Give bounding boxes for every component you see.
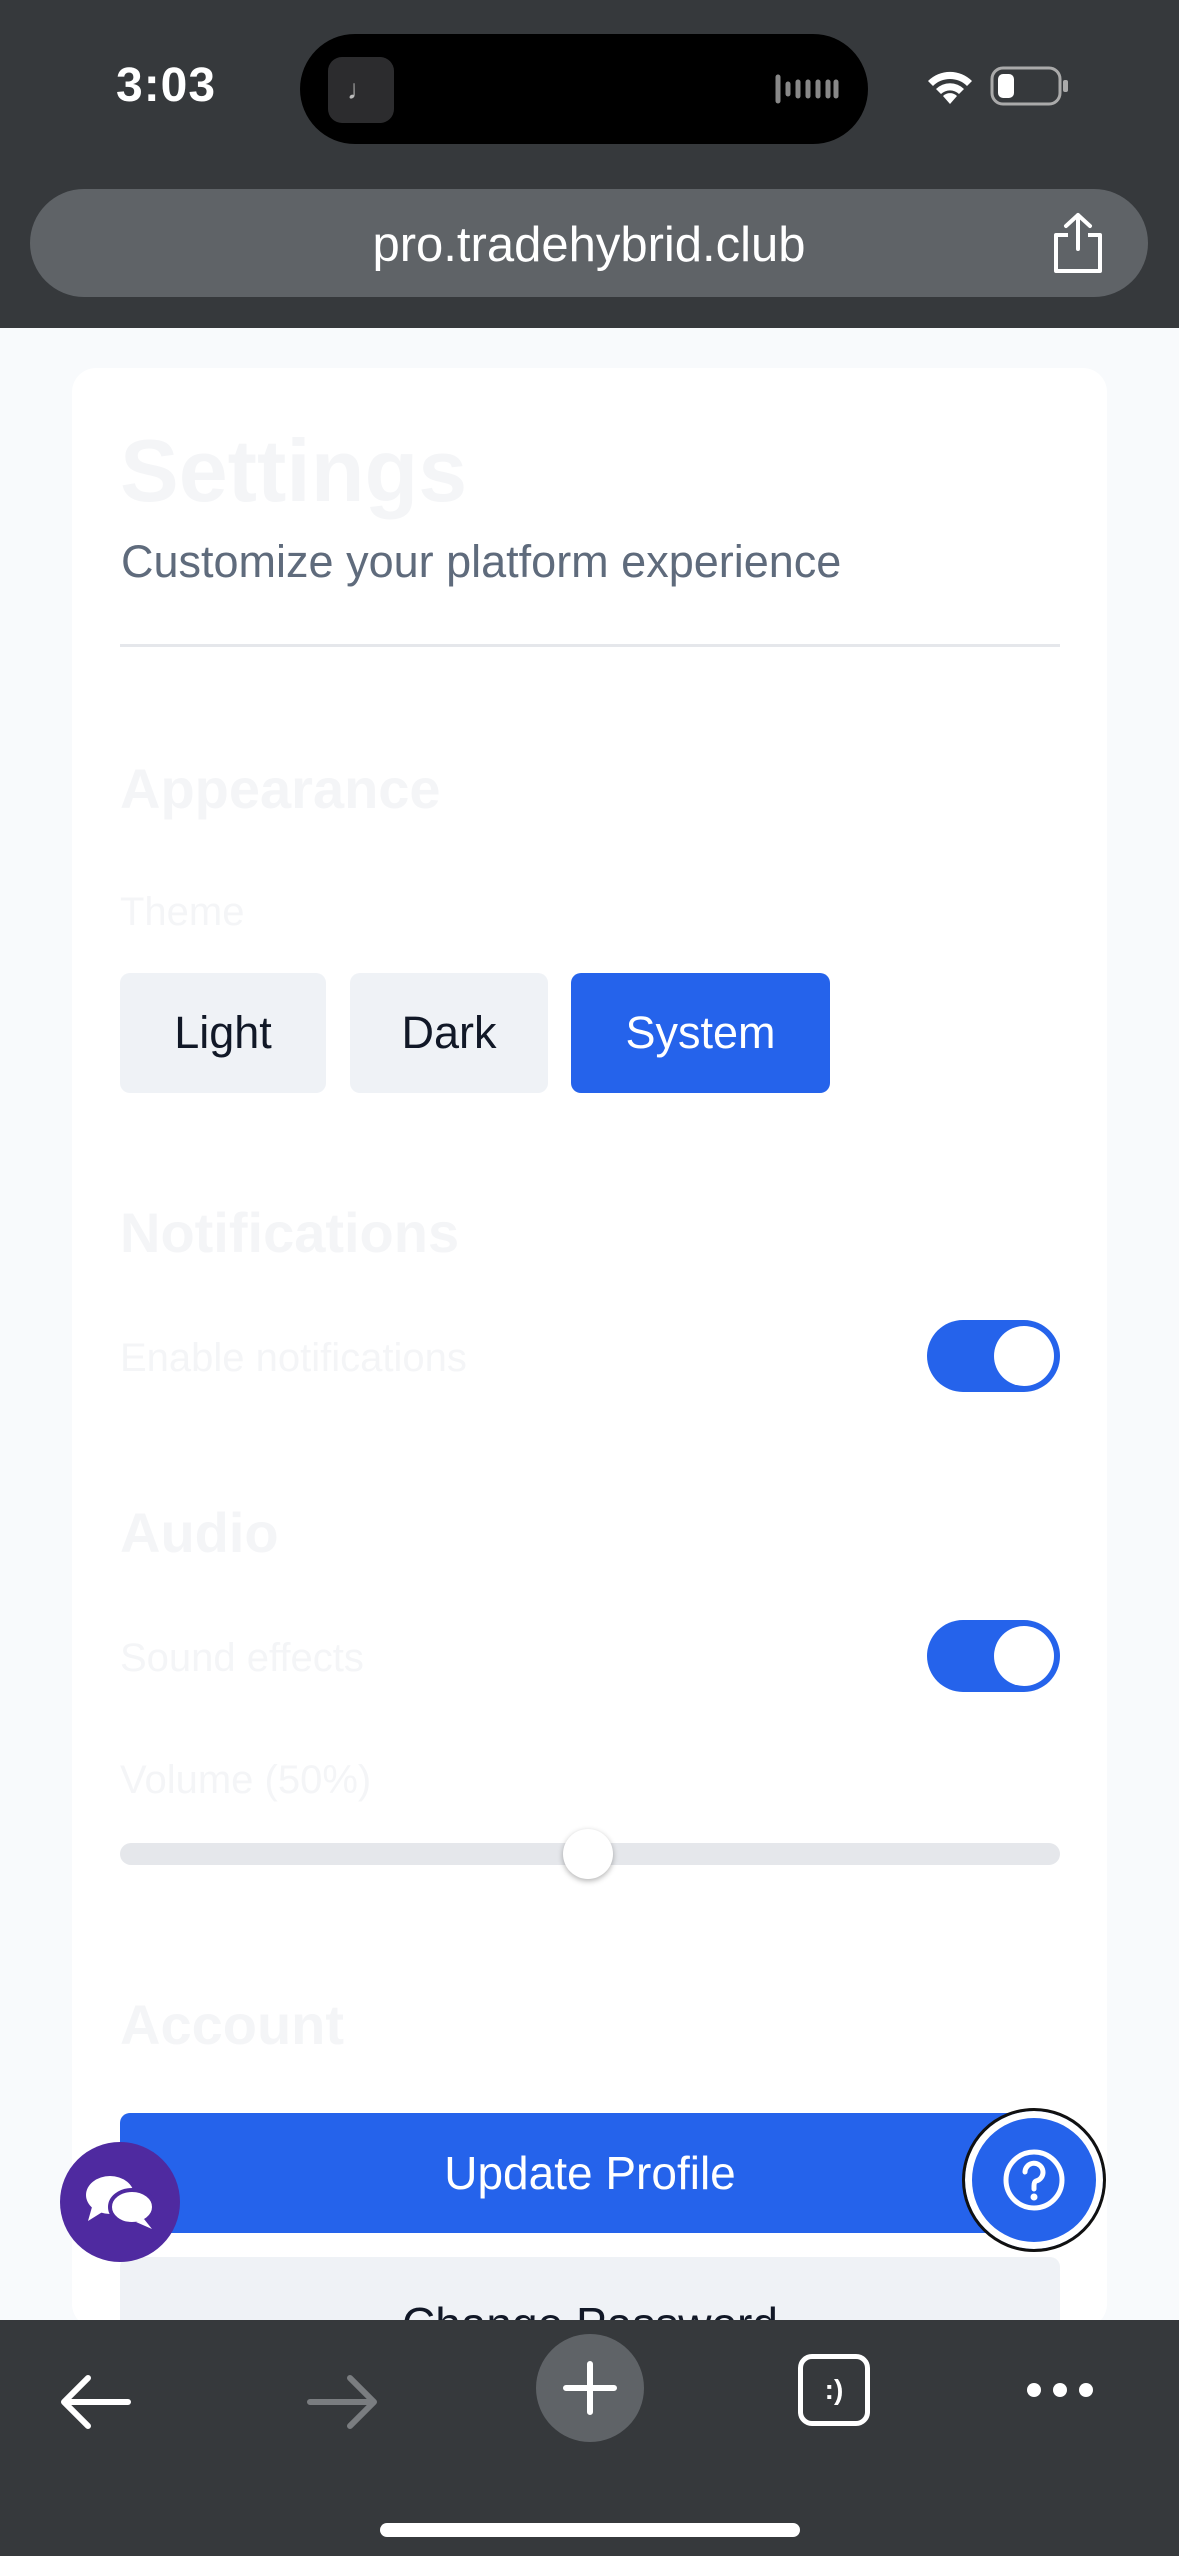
volume-label: Volume (50%) — [120, 1758, 372, 1802]
sound-effects-label: Sound effects — [120, 1636, 364, 1680]
help-fab[interactable] — [962, 2108, 1106, 2252]
url-text: pro.tradehybrid.club — [372, 218, 806, 272]
share-icon[interactable] — [1050, 211, 1106, 275]
forward-arrow-icon[interactable] — [306, 2372, 380, 2432]
audio-wave-icon — [775, 74, 839, 104]
back-arrow-icon[interactable] — [58, 2372, 132, 2432]
notifications-toggle[interactable] — [927, 1320, 1060, 1392]
appearance-heading: Appearance — [120, 757, 441, 820]
url-bar[interactable]: pro.tradehybrid.club — [30, 189, 1148, 297]
theme-system-button[interactable]: System — [571, 973, 830, 1093]
volume-slider-thumb[interactable] — [563, 1829, 613, 1879]
home-indicator — [380, 2523, 800, 2537]
island-music-icon: ♩ — [328, 57, 394, 123]
change-password-button[interactable]: Change Password — [120, 2257, 1060, 2328]
battery-icon — [990, 66, 1068, 106]
question-circle-icon — [1003, 2149, 1065, 2211]
divider — [120, 644, 1060, 647]
wifi-icon — [928, 71, 972, 104]
browser-top-chrome: 3:03 ♩ pro.tradehybrid.club — [0, 0, 1179, 328]
page-title: Settings — [120, 421, 468, 520]
update-profile-button[interactable]: Update Profile — [120, 2113, 1060, 2233]
more-options-icon[interactable] — [1024, 2378, 1096, 2402]
notifications-heading: Notifications — [120, 1201, 460, 1264]
tabs-count-glyph: :) — [824, 2374, 844, 2405]
settings-card: Settings Customize your platform experie… — [72, 368, 1107, 2328]
theme-label: Theme — [120, 890, 245, 934]
sound-effects-toggle[interactable] — [927, 1620, 1060, 1692]
toggle-knob — [994, 1626, 1054, 1686]
chat-fab[interactable] — [60, 2142, 180, 2262]
plus-icon — [563, 2361, 617, 2415]
toggle-knob — [994, 1326, 1054, 1386]
page-subtitle: Customize your platform experience — [121, 536, 842, 587]
new-tab-button[interactable] — [536, 2334, 644, 2442]
audio-heading: Audio — [120, 1501, 279, 1564]
theme-dark-button[interactable]: Dark — [350, 973, 548, 1093]
tabs-button[interactable]: :) — [798, 2354, 870, 2426]
chat-bubbles-icon — [86, 2176, 156, 2229]
dynamic-island: ♩ — [300, 34, 868, 144]
status-time: 3:03 — [116, 59, 217, 112]
browser-bottom-toolbar: :) — [0, 2320, 1179, 2556]
theme-light-button[interactable]: Light — [120, 973, 326, 1093]
enable-notifications-label: Enable notifications — [120, 1336, 467, 1380]
account-heading: Account — [120, 1993, 344, 2056]
